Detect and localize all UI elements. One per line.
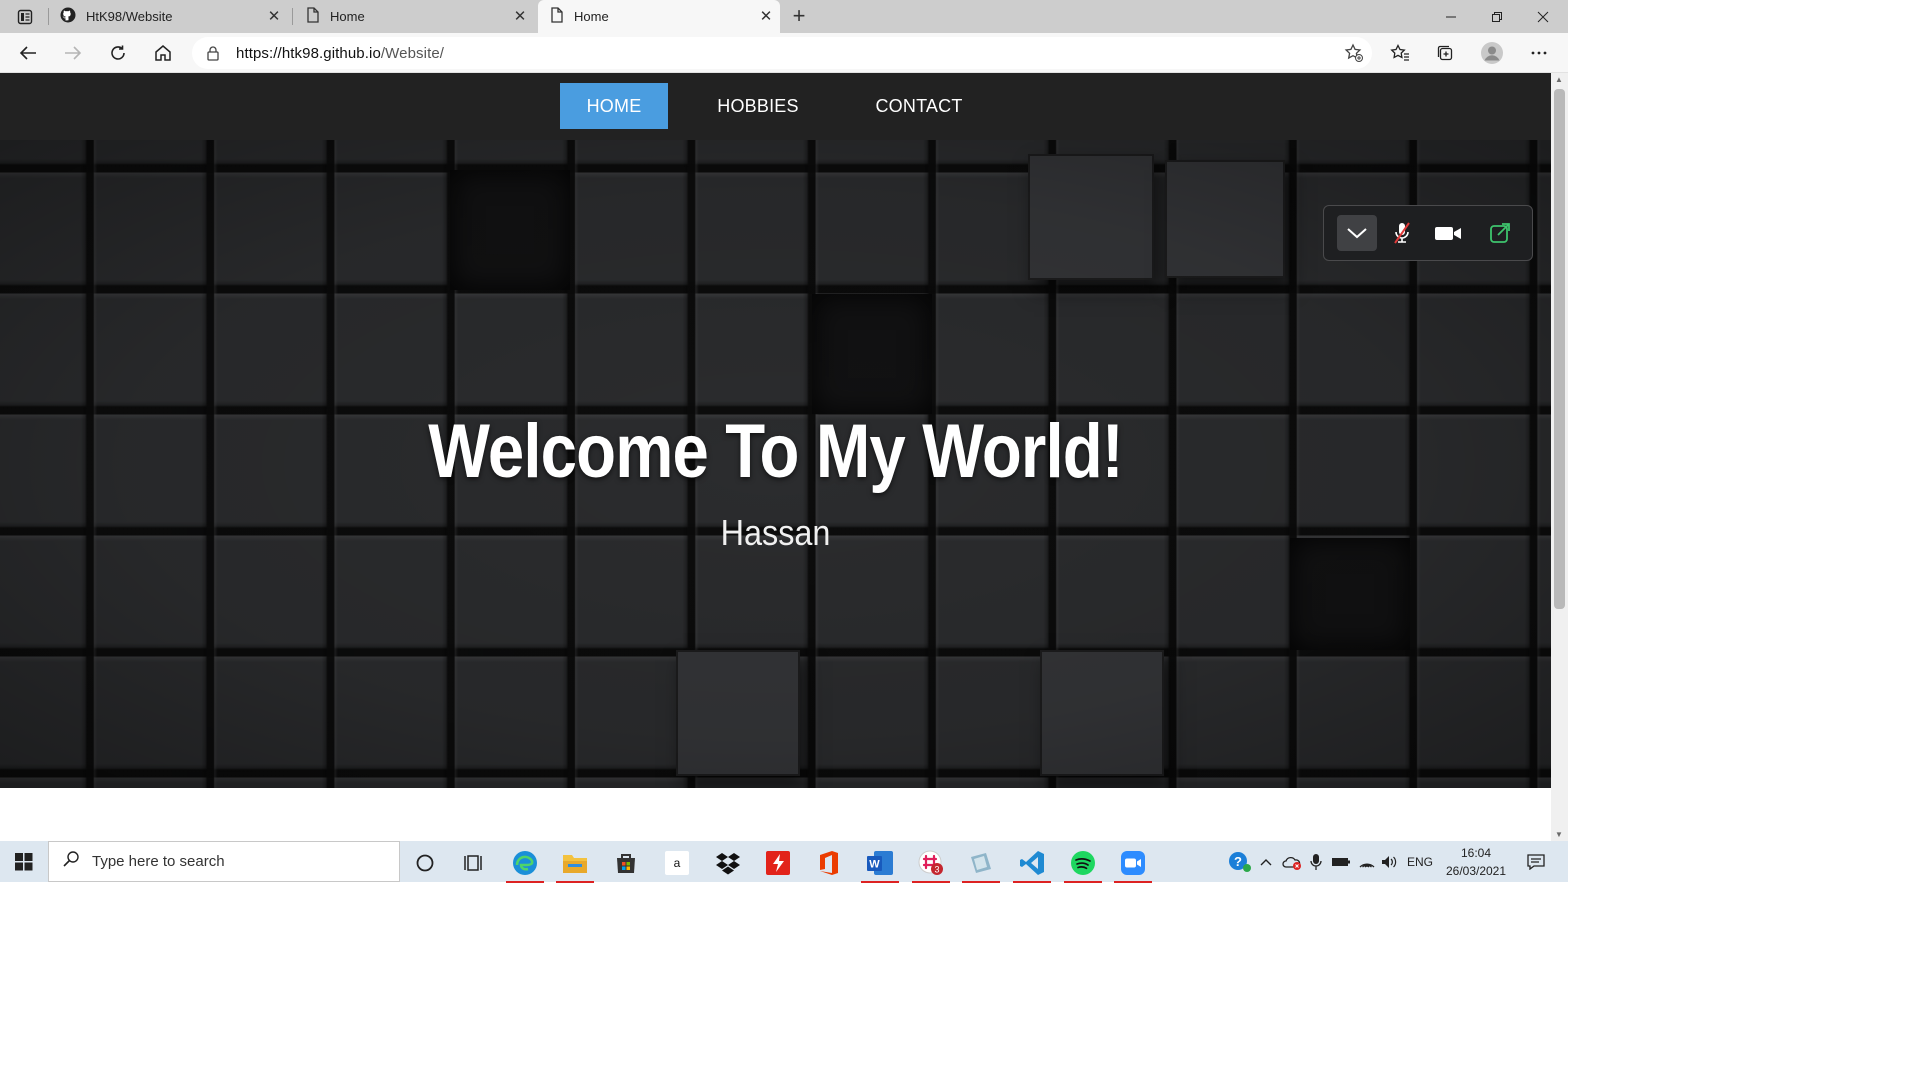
page-icon <box>550 7 564 26</box>
svg-text:W: W <box>869 859 880 871</box>
amazon-icon[interactable]: a <box>654 845 700 881</box>
back-arrow-icon[interactable] <box>13 38 43 68</box>
notification-badge: 3 <box>934 865 939 875</box>
browser-titlebar: HtK98/Website ✕ Home ✕ Home ✕ + <box>0 0 1568 33</box>
windows-start-icon[interactable] <box>0 841 48 882</box>
call-controls-overlay <box>1323 205 1533 261</box>
scrollbar-thumb[interactable] <box>1554 89 1565 609</box>
minimize-icon[interactable] <box>1428 0 1474 33</box>
app-icon[interactable] <box>958 845 1004 883</box>
task-view-icon[interactable] <box>451 845 497 881</box>
more-options-icon[interactable] <box>1524 38 1554 68</box>
system-clock[interactable]: 16:04 26/03/2021 <box>1436 844 1516 880</box>
tab-home[interactable]: Home ✕ <box>294 0 534 33</box>
close-icon[interactable]: ✕ <box>266 8 282 25</box>
mic-muted-icon[interactable] <box>1382 215 1422 251</box>
tab-label: Home <box>574 9 609 24</box>
restore-icon[interactable] <box>1474 0 1520 33</box>
language-indicator[interactable]: ENG <box>1403 841 1437 882</box>
taskbar-search-box[interactable]: Type here to search <box>48 841 400 882</box>
zoom-icon[interactable] <box>1110 845 1156 883</box>
tab-github[interactable]: HtK98/Website ✕ <box>48 0 288 33</box>
nav-home-link[interactable]: HOME <box>560 83 668 129</box>
battery-icon[interactable] <box>1328 841 1354 882</box>
cortana-icon[interactable] <box>402 845 448 881</box>
word-icon[interactable]: W <box>857 845 903 883</box>
hero-section: Welcome To My World! Hassan <box>0 140 1551 788</box>
github-icon <box>60 7 76 26</box>
scroll-down-arrow-icon[interactable]: ▼ <box>1555 830 1563 839</box>
edge-browser-icon[interactable] <box>502 845 548 883</box>
tab-separator <box>292 8 293 25</box>
hero-title: Welcome To My World! <box>428 409 1123 494</box>
add-favorite-icon[interactable] <box>1344 43 1364 68</box>
help-icon[interactable]: ? <box>1226 841 1254 882</box>
search-icon <box>63 851 79 872</box>
close-icon[interactable]: ✕ <box>758 8 774 25</box>
wifi-icon[interactable] <box>1354 841 1380 882</box>
collections-icon[interactable] <box>1430 38 1460 68</box>
tab-label: Home <box>330 9 365 24</box>
vscode-icon[interactable] <box>1009 845 1055 883</box>
page-icon <box>306 7 320 26</box>
profile-avatar[interactable] <box>1477 38 1507 68</box>
file-explorer-icon[interactable] <box>552 845 598 883</box>
lock-icon[interactable] <box>206 45 220 66</box>
forward-arrow-icon[interactable] <box>58 38 88 68</box>
new-tab-button[interactable]: + <box>786 3 812 28</box>
microphone-icon[interactable] <box>1306 841 1326 882</box>
hero-subtitle: Hassan <box>720 512 831 553</box>
clock-date: 26/03/2021 <box>1445 864 1507 878</box>
home-icon[interactable] <box>148 38 178 68</box>
microsoft-store-icon[interactable] <box>603 845 649 881</box>
video-camera-icon[interactable] <box>1428 215 1468 251</box>
page-scrollbar[interactable]: ▲ ▼ <box>1551 73 1568 841</box>
chevron-down-icon[interactable] <box>1337 215 1377 251</box>
scroll-up-arrow-icon[interactable]: ▲ <box>1555 75 1563 84</box>
close-window-icon[interactable] <box>1520 0 1566 33</box>
chevron-up-icon[interactable] <box>1256 841 1276 882</box>
url-text: https://htk98.github.io/Website/ <box>236 45 444 62</box>
tab-home-active[interactable]: Home ✕ <box>538 0 780 33</box>
refresh-icon[interactable] <box>103 38 133 68</box>
svg-text:?: ? <box>1234 854 1242 869</box>
svg-text:a: a <box>674 856 681 870</box>
pdf-reader-icon[interactable] <box>755 845 801 881</box>
dropbox-icon[interactable] <box>705 845 751 881</box>
nav-hobbies-link[interactable]: HOBBIES <box>702 83 814 129</box>
favorites-icon[interactable] <box>1385 38 1415 68</box>
tab-actions-icon[interactable] <box>8 6 42 28</box>
tab-label: HtK98/Website <box>86 9 173 24</box>
volume-icon[interactable] <box>1378 841 1402 882</box>
close-icon[interactable]: ✕ <box>512 8 528 25</box>
notifications-icon[interactable] <box>1522 841 1550 882</box>
url-path: /Website/ <box>380 45 445 62</box>
office-icon[interactable] <box>806 845 852 881</box>
url-host: https://htk98.github.io <box>236 45 381 62</box>
windows-taskbar: Type here to search a W 3 ? ENG 16:04 26… <box>0 841 1568 883</box>
site-navigation: HOME HOBBIES CONTACT <box>0 73 1551 140</box>
search-placeholder: Type here to search <box>92 853 225 870</box>
browser-toolbar: https://htk98.github.io/Website/ <box>0 33 1568 73</box>
nav-contact-link[interactable]: CONTACT <box>852 83 986 129</box>
slack-icon[interactable]: 3 <box>908 845 954 883</box>
spotify-icon[interactable] <box>1060 845 1106 883</box>
clock-time: 16:04 <box>1460 846 1492 860</box>
cloud-error-icon[interactable] <box>1280 841 1304 882</box>
share-screen-icon[interactable] <box>1480 215 1520 251</box>
page-viewport: HOME HOBBIES CONTACT Welcome To My World… <box>0 73 1551 841</box>
address-bar[interactable]: https://htk98.github.io/Website/ <box>192 37 1372 69</box>
